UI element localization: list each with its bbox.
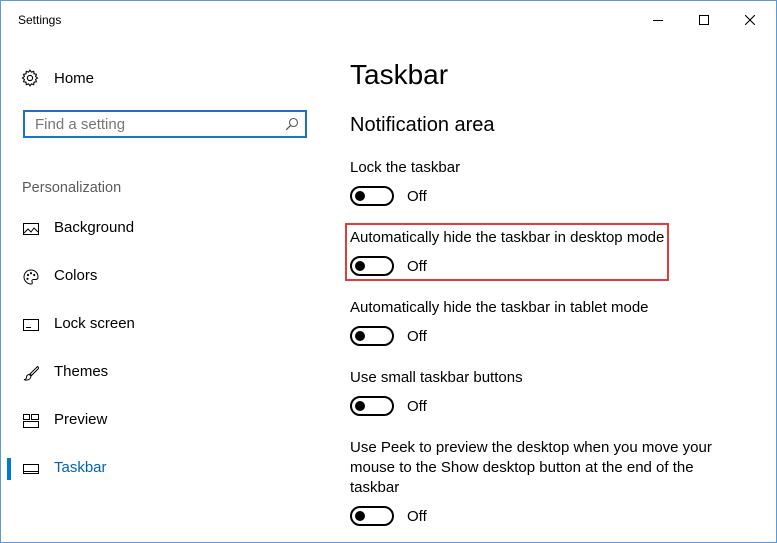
toggle-knob — [355, 401, 365, 411]
sidebar-item-themes[interactable]: Themes — [1, 353, 331, 393]
search-icon[interactable] — [285, 117, 299, 131]
sidebar-item-label: Taskbar — [54, 459, 107, 476]
gear-icon — [21, 69, 39, 87]
autohide-tablet-toggle[interactable] — [350, 326, 394, 346]
sidebar-item-home[interactable]: Home — [21, 66, 94, 90]
setting-label: Automatically hide the taskbar in deskto… — [350, 229, 665, 246]
setting-autohide-tablet: Automatically hide the taskbar in tablet… — [350, 298, 730, 346]
toggle-knob — [355, 511, 365, 521]
small-buttons-toggle[interactable] — [350, 396, 394, 416]
toggle-knob — [355, 331, 365, 341]
autohide-desktop-toggle[interactable] — [350, 256, 394, 276]
setting-label: Lock the taskbar — [350, 159, 461, 176]
toggle-state-text: Off — [407, 187, 427, 205]
peek-preview-toggle[interactable] — [350, 506, 394, 526]
brush-icon — [23, 365, 39, 381]
setting-label: Use small taskbar buttons — [350, 369, 523, 386]
sidebar-item-preview[interactable]: Preview — [1, 401, 331, 441]
image-icon — [23, 223, 39, 235]
toggle-knob — [355, 191, 365, 201]
home-label: Home — [54, 69, 95, 87]
sidebar-item-background[interactable]: Background — [1, 209, 331, 249]
settings-window: Settings Home Per — [0, 0, 777, 543]
palette-icon — [23, 269, 39, 285]
setting-label: Automatically hide the taskbar in tablet… — [350, 299, 649, 316]
sidebar: Home Personalization Background — [1, 39, 331, 542]
toggle-state-text: Off — [407, 257, 427, 275]
sidebar-section-label: Personalization — [22, 180, 122, 196]
preview-grid-icon — [23, 414, 39, 428]
close-button[interactable] — [727, 1, 773, 39]
setting-label: Use Peek to preview the desktop when you… — [350, 439, 712, 496]
sidebar-item-label: Lock screen — [54, 315, 135, 332]
window-title: Settings — [18, 13, 62, 27]
setting-peek-preview: Use Peek to preview the desktop when you… — [350, 438, 720, 526]
search-box[interactable] — [23, 110, 307, 138]
toggle-state-text: Off — [407, 397, 427, 415]
taskbar-icon — [23, 464, 39, 474]
sidebar-item-colors[interactable]: Colors — [1, 257, 331, 297]
toggle-knob — [355, 261, 365, 271]
minimize-button[interactable] — [635, 1, 681, 39]
sidebar-item-label: Preview — [54, 411, 108, 428]
maximize-icon — [699, 15, 709, 25]
setting-lock-taskbar: Lock the taskbar Off — [350, 158, 730, 206]
lock-taskbar-toggle[interactable] — [350, 186, 394, 206]
sidebar-item-lock-screen[interactable]: Lock screen — [1, 305, 331, 345]
lock-screen-icon — [23, 319, 39, 331]
sidebar-item-taskbar[interactable]: Taskbar — [1, 449, 331, 489]
selection-indicator — [7, 458, 11, 480]
sidebar-item-label: Themes — [54, 363, 109, 380]
main-content: Taskbar Notification area Lock the taskb… — [350, 39, 776, 542]
setting-autohide-desktop: Automatically hide the taskbar in deskto… — [350, 228, 730, 276]
page-title: Taskbar — [350, 59, 449, 90]
minimize-icon — [653, 20, 663, 21]
toggle-state-text: Off — [407, 507, 427, 525]
toggle-state-text: Off — [407, 327, 427, 345]
section-title: Notification area — [350, 114, 495, 136]
close-icon — [745, 15, 755, 25]
sidebar-item-label: Background — [54, 219, 135, 236]
maximize-button[interactable] — [681, 1, 727, 39]
title-bar: Settings — [1, 1, 776, 39]
search-input[interactable] — [35, 112, 275, 136]
setting-small-buttons: Use small taskbar buttons Off — [350, 368, 730, 416]
sidebar-item-label: Colors — [54, 267, 98, 284]
